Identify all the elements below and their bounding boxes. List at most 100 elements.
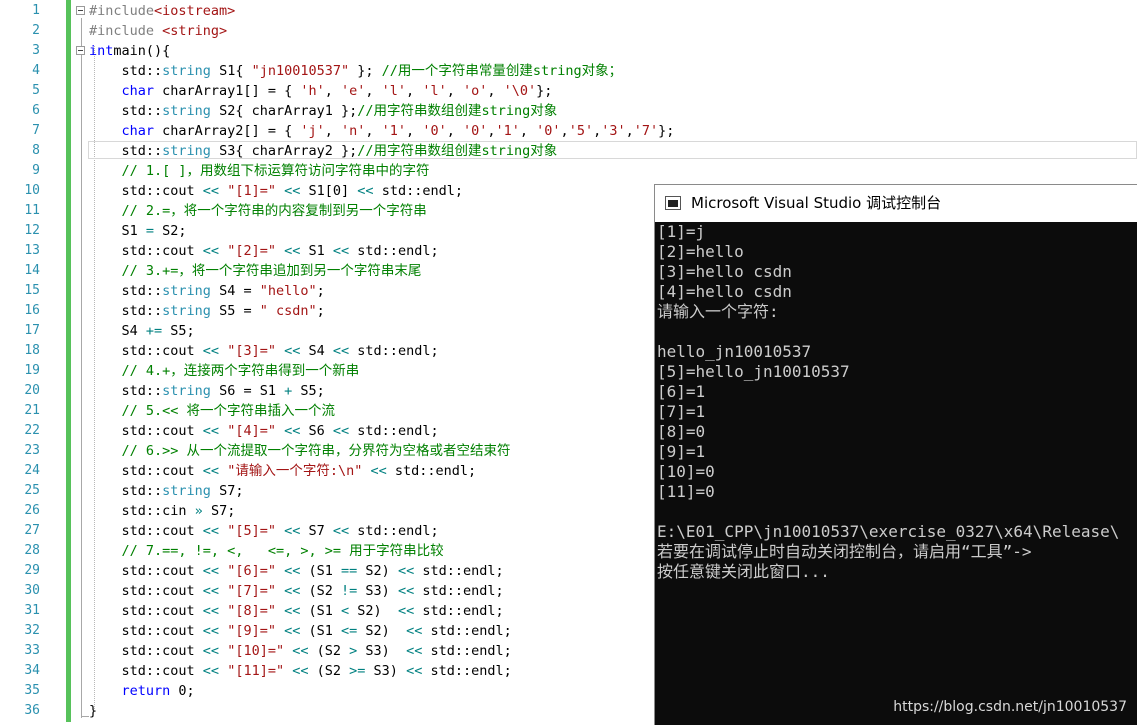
code-token: ;	[316, 283, 325, 299]
code-line[interactable]: std::cout << "[4]=" << S6 << std::endl;	[89, 421, 439, 441]
code-token: std::cout	[89, 663, 203, 679]
fold-toggle-main-icon[interactable]	[76, 46, 85, 55]
code-line[interactable]: // 2.=，将一个字符串的内容复制到另一个字符串	[89, 201, 427, 221]
code-line[interactable]: std::cout << "[3]=" << S4 << std::endl;	[89, 341, 439, 361]
code-token: ,	[324, 123, 341, 139]
code-line[interactable]: }	[89, 701, 97, 721]
code-token: ,	[593, 123, 602, 139]
code-line[interactable]: std::cout << "[5]=" << S7 << std::endl;	[89, 521, 439, 541]
console-title-bar[interactable]: Microsoft Visual Studio 调试控制台	[655, 185, 1137, 222]
outline-fold-end	[81, 716, 89, 717]
code-token: string	[162, 63, 211, 79]
code-line[interactable]: std::cout << "[11]=" << (S2 >= S3) << st…	[89, 661, 512, 681]
code-line[interactable]: // 6.>> 从一个流提取一个字符串，分界符为空格或者空结束符	[89, 441, 511, 461]
code-token: 'n'	[341, 123, 366, 139]
code-line[interactable]: #include<iostream>	[89, 1, 235, 21]
code-token: '0'	[462, 123, 488, 139]
code-line[interactable]: std::string S5 = " csdn";	[89, 301, 325, 321]
console-line: [10]=0	[657, 462, 715, 481]
code-line[interactable]: std::cout << "[2]=" << S1 << std::endl;	[89, 241, 439, 261]
code-token: +	[284, 383, 293, 399]
code-token: std::endl;	[414, 563, 504, 579]
code-token: <<	[292, 643, 309, 659]
console-line: [2]=hello	[657, 242, 744, 261]
code-token: !=	[341, 583, 358, 599]
code-token: std::endl;	[349, 243, 439, 259]
code-token: std::	[89, 143, 163, 159]
code-line[interactable]: std::cout << "[8]=" << (S1 < S2) << std:…	[89, 601, 504, 621]
code-line[interactable]: std::string S2{ charArray1 };//用字符串数组创建s…	[89, 101, 558, 121]
fold-toggle-includes-icon[interactable]	[76, 6, 85, 15]
line-number: 6	[32, 103, 40, 118]
code-token: #include	[89, 3, 155, 19]
code-line[interactable]: std::string S6 = S1 + S5;	[89, 381, 325, 401]
code-token: std::cin	[89, 503, 195, 519]
code-line[interactable]: std::string S1{ "jn10010537" }; //用一个字符串…	[89, 61, 623, 81]
line-number: 30	[24, 583, 40, 598]
code-line[interactable]: // 1.[ ]，用数组下标运算符访问字符串中的字符	[89, 161, 430, 181]
code-line[interactable]: std::cout << "[9]=" << (S1 <= S2) << std…	[89, 621, 512, 641]
code-token: std::cout	[89, 603, 203, 619]
code-line[interactable]: std::cout << "[6]=" << (S1 == S2) << std…	[89, 561, 504, 581]
console-line: [3]=hello csdn	[657, 262, 792, 281]
code-token: std::	[89, 383, 163, 399]
code-token: '0'	[422, 123, 447, 139]
code-token: <<	[406, 663, 423, 679]
code-token: S3{ charArray2 };	[210, 143, 358, 159]
code-line[interactable]: // 4.+，连接两个字符串得到一个新串	[89, 361, 360, 381]
console-line: [5]=hello_jn10010537	[657, 362, 850, 381]
debug-console-window[interactable]: Microsoft Visual Studio 调试控制台 [1]=j [2]=h…	[654, 184, 1137, 725]
code-token: <<	[202, 623, 220, 639]
code-line[interactable]: std::cout << "请输入一个字符:\n" << std::endl;	[89, 461, 477, 481]
code-token: std::cout	[89, 643, 203, 659]
code-line[interactable]: std::string S4 = "hello";	[89, 281, 325, 301]
code-token: 'o'	[462, 83, 488, 99]
line-number: 20	[24, 383, 40, 398]
code-line[interactable]: intmain(){	[89, 41, 170, 61]
code-line[interactable]: #include <string>	[89, 21, 227, 41]
code-token: <<	[397, 583, 415, 599]
line-number: 10	[24, 183, 40, 198]
code-line[interactable]: return 0;	[89, 681, 195, 701]
code-token: char	[121, 83, 155, 99]
code-line[interactable]: std::cin » S7;	[89, 501, 236, 521]
console-line: [8]=0	[657, 422, 706, 441]
code-line[interactable]: std::cout << "[1]=" << S1[0] << std::end…	[89, 181, 463, 201]
code-line[interactable]: char charArray1[] = { 'h', 'e', 'l', 'l'…	[89, 81, 553, 101]
code-line[interactable]: // 5.<< 将一个字符串插入一个流	[89, 401, 336, 421]
code-token: std::	[89, 303, 163, 319]
code-token: "[1]="	[227, 183, 276, 199]
line-number: 5	[32, 83, 40, 98]
line-number: 36	[24, 703, 40, 718]
code-token: std::cout	[89, 563, 203, 579]
code-line[interactable]: // 7.==, !=, <, <=, >, >= 用于字符串比较	[89, 541, 444, 561]
code-token: "hello"	[259, 283, 317, 299]
code-line[interactable]: // 3.+=，将一个字符串追加到另一个字符串末尾	[89, 261, 422, 281]
code-line[interactable]: std::string S3{ charArray2 };//用字符串数组创建s…	[89, 141, 558, 161]
console-line: [9]=1	[657, 442, 706, 461]
code-line[interactable]: std::string S7;	[89, 481, 244, 501]
code-line[interactable]: S1 = S2;	[89, 221, 187, 241]
code-line[interactable]: S4 += S5;	[89, 321, 195, 341]
code-token: ,	[406, 83, 423, 99]
code-token: S4	[89, 323, 146, 339]
code-token: // 7.==, !=, <, <=, >, >= 用于字符串比较	[121, 543, 444, 559]
console-output[interactable]: [1]=j [2]=hello [3]=hello csdn [4]=hello cs…	[657, 222, 1137, 725]
line-number: 27	[24, 523, 40, 538]
code-token: '\0'	[503, 83, 537, 99]
code-line[interactable]: char charArray2[] = { 'j', 'n', '1', '0'…	[89, 121, 675, 141]
code-line[interactable]: std::cout << "[10]=" << (S2 > S3) << std…	[89, 641, 512, 661]
code-line[interactable]: std::cout << "[7]=" << (S2 != S3) << std…	[89, 581, 504, 601]
